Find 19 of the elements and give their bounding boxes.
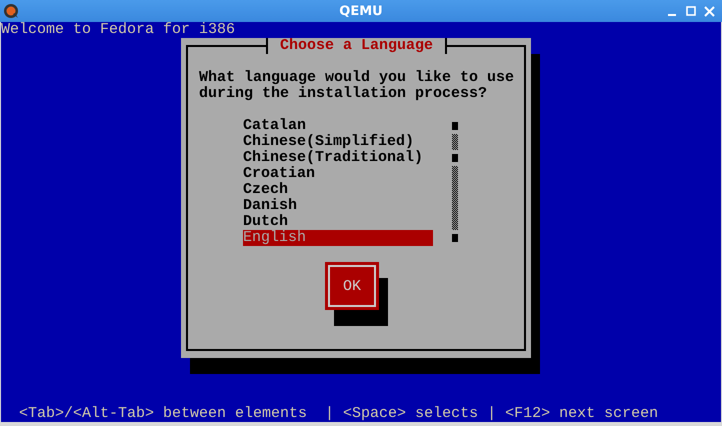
prompt-text: What language would you like to use during the installation process? — [199, 70, 516, 102]
language-item[interactable]: Danish — [243, 198, 433, 214]
language-item[interactable]: Croatian — [243, 166, 433, 182]
language-item[interactable]: Chinese(Traditional) — [243, 150, 433, 166]
welcome-text: Welcome to Fedora for i386 — [1, 22, 236, 38]
app-icon — [3, 3, 19, 19]
language-item[interactable]: Chinese(Simplified) — [243, 134, 433, 150]
ok-button[interactable]: OK — [325, 262, 379, 310]
language-item[interactable]: Dutch — [243, 214, 433, 230]
language-item[interactable]: Czech — [243, 182, 433, 198]
window-title: QEMU — [339, 4, 383, 18]
dialog-title: Choose a Language — [266, 38, 448, 54]
close-button[interactable] — [703, 4, 716, 18]
maximize-button[interactable] — [684, 4, 697, 18]
help-line: <Tab>/<Alt-Tab> between elements | <Space> selects | <F12> next screen — [19, 406, 658, 422]
close-icon — [704, 6, 715, 16]
language-item[interactable]: Catalan — [243, 118, 433, 134]
maximize-icon — [686, 6, 696, 16]
minimize-icon — [668, 14, 676, 16]
